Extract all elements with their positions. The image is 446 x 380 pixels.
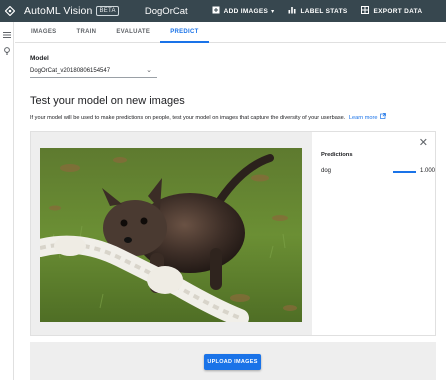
image-preview-area xyxy=(31,132,312,335)
open-in-new-icon xyxy=(380,113,387,121)
chevron-down-icon: ▾ xyxy=(271,8,275,15)
chevron-down-icon: ⌄ xyxy=(146,67,152,74)
bar-chart-icon xyxy=(288,6,296,16)
close-icon[interactable]: ✕ xyxy=(419,138,428,149)
prediction-panel: ✕ Predictions dog 1.000 xyxy=(30,131,436,336)
add-box-icon xyxy=(212,6,220,16)
model-label: Model xyxy=(30,55,49,62)
predictions-title: Predictions xyxy=(321,152,353,158)
description-body: If your model will be used to make predi… xyxy=(30,115,346,121)
upload-images-button[interactable]: UPLOAD IMAGES xyxy=(204,354,261,370)
dataset-name: DogOrCat xyxy=(144,5,188,17)
left-nav-rail xyxy=(0,22,14,380)
tab-evaluate[interactable]: EVALUATE xyxy=(106,22,160,42)
prediction-score-bar xyxy=(393,171,416,173)
tab-train[interactable]: TRAIN xyxy=(66,22,106,42)
upload-area: UPLOAD IMAGES xyxy=(30,342,436,380)
lightbulb-icon[interactable] xyxy=(3,47,11,55)
export-icon xyxy=(361,6,370,16)
model-select[interactable]: DogOrCat_v20180806154547 ⌄ xyxy=(30,65,157,78)
add-images-button[interactable]: ADD IMAGES ▾ xyxy=(212,6,275,16)
uploaded-dog-photo xyxy=(40,148,302,322)
tab-bar: IMAGES TRAIN EVALUATE PREDICT xyxy=(15,22,446,43)
export-data-label: EXPORT DATA xyxy=(373,7,423,15)
app-title: AutoML Vision xyxy=(24,5,93,17)
description-text: If your model will be used to make predi… xyxy=(30,113,387,121)
add-images-label: ADD IMAGES xyxy=(223,7,269,15)
learn-more-link[interactable]: Learn more xyxy=(349,115,378,121)
list-icon[interactable] xyxy=(3,31,11,39)
page-heading: Test your model on new images xyxy=(30,95,185,107)
top-app-bar: AutoML Vision BETA DogOrCat ADD IMAGES ▾… xyxy=(0,0,446,22)
predictions-sidebar: ✕ Predictions dog 1.000 xyxy=(313,132,436,335)
label-stats-label: LABEL STATS xyxy=(300,7,348,15)
prediction-label: dog xyxy=(321,168,332,174)
automl-logo-icon[interactable] xyxy=(0,0,20,22)
prediction-row: dog 1.000 xyxy=(321,166,436,176)
tab-predict[interactable]: PREDICT xyxy=(160,22,210,43)
beta-badge: BETA xyxy=(96,6,119,16)
model-select-value: DogOrCat_v20180806154547 xyxy=(30,68,111,74)
export-data-button[interactable]: EXPORT DATA xyxy=(361,6,422,16)
prediction-score: 1.000 xyxy=(420,168,436,174)
tab-images[interactable]: IMAGES xyxy=(21,22,66,42)
label-stats-button[interactable]: LABEL STATS xyxy=(288,6,347,16)
